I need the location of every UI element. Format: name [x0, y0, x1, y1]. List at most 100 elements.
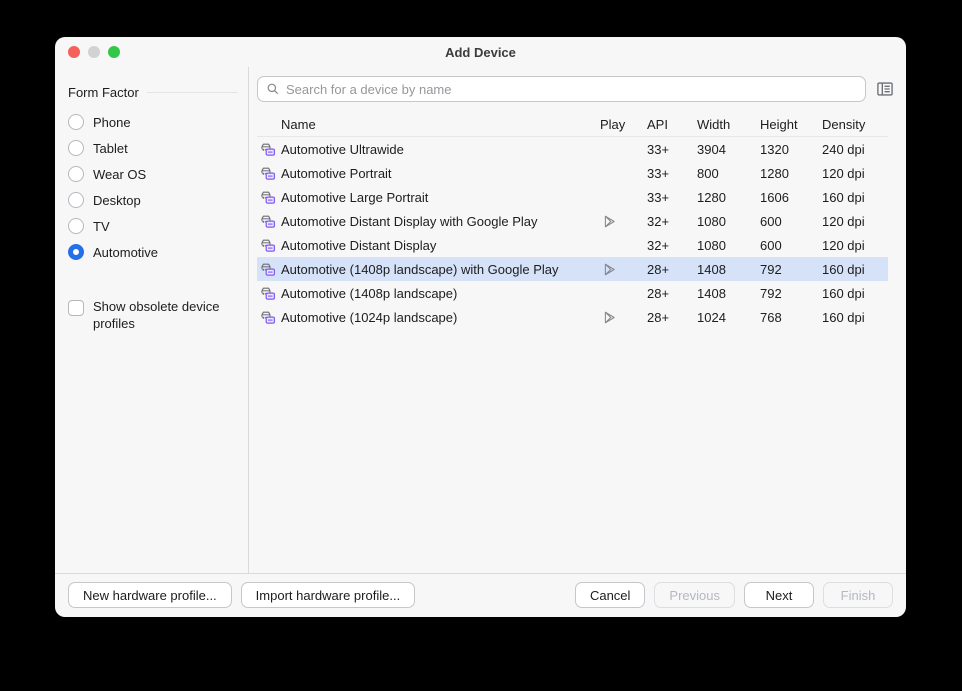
- close-window-button[interactable]: [68, 46, 80, 58]
- radio-button-tablet[interactable]: [68, 140, 84, 156]
- traffic-lights: [68, 37, 120, 67]
- radio-button-tv[interactable]: [68, 218, 84, 234]
- form-factor-option-tv[interactable]: TV: [68, 213, 248, 239]
- form-factor-option-automotive[interactable]: Automotive: [68, 239, 248, 265]
- radio-button-phone[interactable]: [68, 114, 84, 130]
- device-height: 792: [760, 286, 822, 301]
- details-pane-icon: [876, 80, 894, 98]
- device-width: 800: [697, 166, 760, 181]
- titlebar[interactable]: Add Device: [55, 37, 906, 67]
- device-height: 1320: [760, 142, 822, 157]
- device-width: 1080: [697, 214, 760, 229]
- show-obsolete-label: Show obsolete device profiles: [93, 298, 232, 332]
- table-row[interactable]: Automotive Distant Display 32+1080600120 …: [257, 233, 888, 257]
- form-factor-option-wear-os[interactable]: Wear OS: [68, 161, 248, 187]
- show-obsolete-checkbox-row[interactable]: Show obsolete device profiles: [68, 298, 248, 332]
- radio-button-wear-os[interactable]: [68, 166, 84, 182]
- form-factor-section-label: Form Factor: [68, 85, 248, 100]
- device-height: 792: [760, 262, 822, 277]
- automotive-device-icon: [257, 189, 281, 205]
- details-pane-toggle-button[interactable]: [872, 76, 898, 102]
- finish-button: Finish: [823, 582, 893, 608]
- device-width: 1024: [697, 310, 760, 325]
- device-name: Automotive Distant Display: [281, 238, 600, 253]
- device-list-panel: Name Play API Width Height Density Autom…: [249, 67, 906, 573]
- footer-bar: New hardware profile... Import hardware …: [55, 573, 906, 616]
- device-width: 1408: [697, 286, 760, 301]
- radio-label: Tablet: [93, 141, 128, 156]
- next-button[interactable]: Next: [744, 582, 814, 608]
- column-header-name[interactable]: Name: [281, 117, 600, 132]
- previous-button: Previous: [654, 582, 735, 608]
- device-api: 28+: [647, 286, 697, 301]
- automotive-device-icon: [257, 237, 281, 253]
- add-device-dialog: Add Device Form Factor Phone Tablet Wear O…: [55, 37, 906, 617]
- table-row[interactable]: Automotive Ultrawide33+39041320240 dpi: [257, 137, 888, 161]
- device-api: 33+: [647, 166, 697, 181]
- automotive-device-icon: [257, 261, 281, 277]
- column-header-density[interactable]: Density: [822, 117, 888, 132]
- automotive-device-icon: [257, 309, 281, 325]
- radio-label: Wear OS: [93, 167, 146, 182]
- search-icon: [266, 82, 280, 96]
- device-density: 160 dpi: [822, 286, 888, 301]
- device-api: 28+: [647, 310, 697, 325]
- device-width: 1408: [697, 262, 760, 277]
- device-name: Automotive Large Portrait: [281, 190, 600, 205]
- table-row[interactable]: Automotive (1024p landscape) 28+102476816…: [257, 305, 888, 329]
- radio-button-desktop[interactable]: [68, 192, 84, 208]
- device-density: 160 dpi: [822, 190, 888, 205]
- zoom-window-button[interactable]: [108, 46, 120, 58]
- cancel-button[interactable]: Cancel: [575, 582, 645, 608]
- form-factor-radio-group: Phone Tablet Wear OS DesktopTV Automotive: [68, 109, 248, 265]
- device-search-box[interactable]: [257, 76, 866, 102]
- device-height: 600: [760, 214, 822, 229]
- device-width: 1080: [697, 238, 760, 253]
- device-density: 120 dpi: [822, 238, 888, 253]
- google-play-icon: [600, 310, 647, 325]
- device-api: 33+: [647, 190, 697, 205]
- device-height: 600: [760, 238, 822, 253]
- form-factor-option-phone[interactable]: Phone: [68, 109, 248, 135]
- import-hardware-profile-button[interactable]: Import hardware profile...: [241, 582, 416, 608]
- device-table: Automotive Ultrawide33+39041320240 dpiAu…: [257, 137, 888, 329]
- device-api: 32+: [647, 238, 697, 253]
- device-api: 28+: [647, 262, 697, 277]
- radio-label: Phone: [93, 115, 131, 130]
- table-row[interactable]: Automotive Large Portrait 33+12801606160 …: [257, 185, 888, 209]
- device-name: Automotive Distant Display with Google P…: [281, 214, 600, 229]
- column-header-api[interactable]: API: [647, 117, 697, 132]
- table-row[interactable]: Automotive (1408p landscape) with Google…: [257, 257, 888, 281]
- device-name: Automotive (1408p landscape) with Google…: [281, 262, 600, 277]
- form-factor-option-desktop[interactable]: Desktop: [68, 187, 248, 213]
- google-play-icon: [600, 262, 647, 277]
- table-header[interactable]: Name Play API Width Height Density: [257, 113, 888, 137]
- table-row[interactable]: Automotive Portrait33+8001280120 dpi: [257, 161, 888, 185]
- show-obsolete-checkbox[interactable]: [68, 300, 84, 316]
- device-name: Automotive (1024p landscape): [281, 310, 600, 325]
- table-row[interactable]: Automotive Distant Display with Google P…: [257, 209, 888, 233]
- table-row[interactable]: Automotive (1408p landscape)28+140879216…: [257, 281, 888, 305]
- device-width: 3904: [697, 142, 760, 157]
- device-density: 160 dpi: [822, 310, 888, 325]
- automotive-device-icon: [257, 141, 281, 157]
- form-factor-option-tablet[interactable]: Tablet: [68, 135, 248, 161]
- device-density: 120 dpi: [822, 214, 888, 229]
- automotive-device-icon: [257, 285, 281, 301]
- column-header-height[interactable]: Height: [760, 117, 822, 132]
- column-header-play[interactable]: Play: [600, 117, 647, 132]
- device-density: 120 dpi: [822, 166, 888, 181]
- google-play-icon: [600, 214, 647, 229]
- device-search-input[interactable]: [286, 82, 857, 97]
- form-factor-sidebar: Form Factor Phone Tablet Wear OS DesktopTV A…: [55, 67, 249, 573]
- new-hardware-profile-button[interactable]: New hardware profile...: [68, 582, 232, 608]
- column-header-width[interactable]: Width: [697, 117, 760, 132]
- device-width: 1280: [697, 190, 760, 205]
- automotive-device-icon: [257, 165, 281, 181]
- minimize-window-button: [88, 46, 100, 58]
- device-height: 1606: [760, 190, 822, 205]
- radio-button-automotive[interactable]: [68, 244, 84, 260]
- device-height: 768: [760, 310, 822, 325]
- radio-label: Automotive: [93, 245, 158, 260]
- device-api: 32+: [647, 214, 697, 229]
